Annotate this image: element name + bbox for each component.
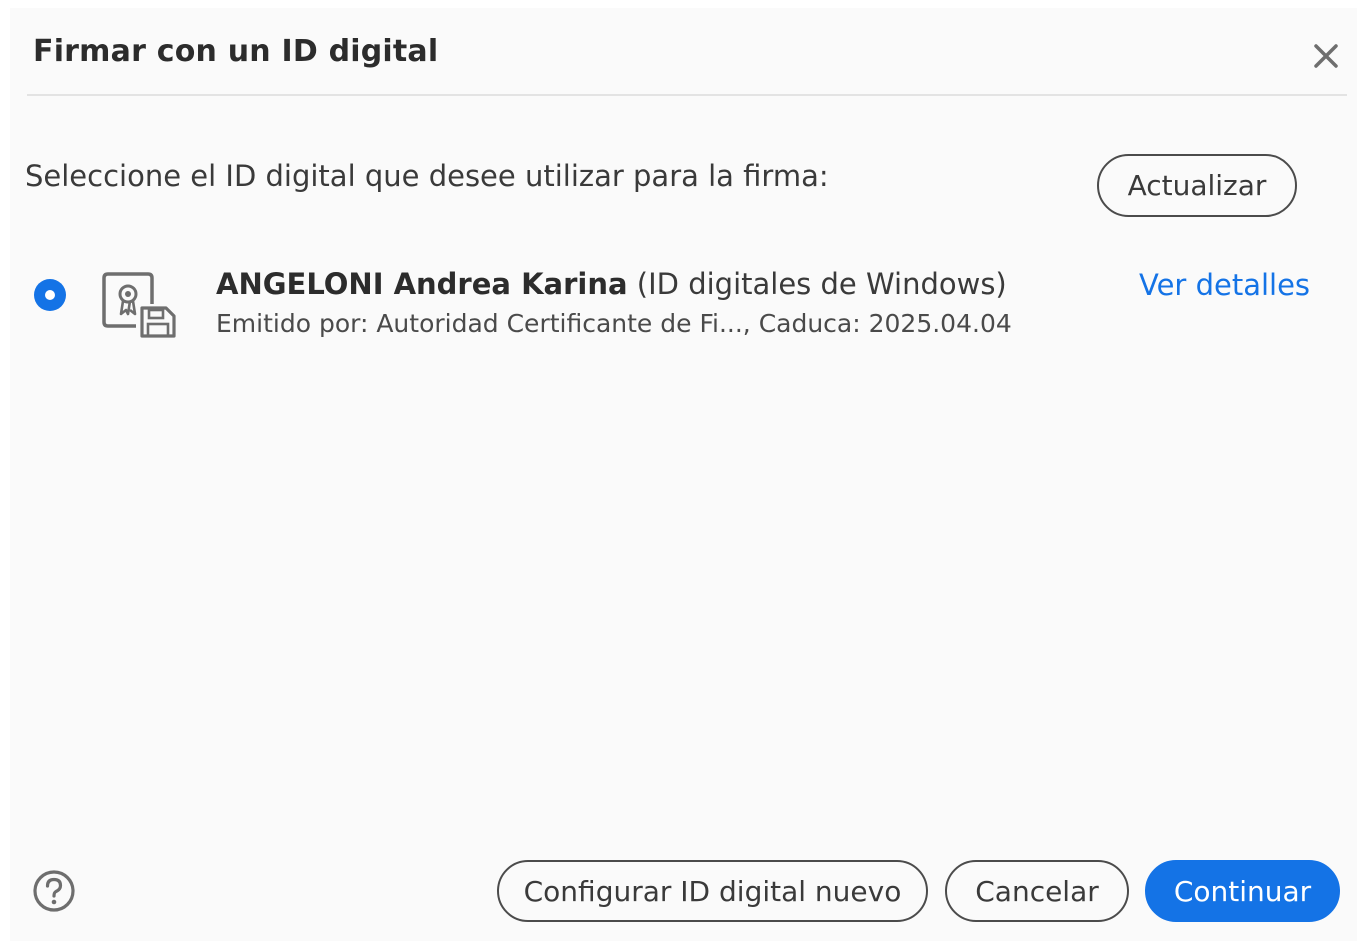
dialog-title: Firmar con un ID digital (33, 34, 439, 69)
refresh-button[interactable]: Actualizar (1097, 154, 1297, 217)
cancel-button[interactable]: Cancelar (945, 860, 1129, 922)
configure-new-id-button[interactable]: Configurar ID digital nuevo (497, 860, 928, 922)
close-icon[interactable] (1306, 36, 1346, 76)
digital-id-title: ANGELONI Andrea Karina (ID digitales de … (216, 267, 1007, 301)
digital-id-radio[interactable] (34, 279, 66, 311)
sign-digital-id-dialog: Firmar con un ID digital Seleccione el I… (10, 8, 1357, 941)
digital-id-issuer-expiry: Emitido por: Autoridad Certificante de F… (216, 309, 1012, 338)
continue-button[interactable]: Continuar (1145, 860, 1340, 922)
certificate-icon (102, 270, 178, 338)
header-divider (27, 94, 1347, 96)
digital-id-name: ANGELONI Andrea Karina (216, 267, 628, 301)
help-icon[interactable] (32, 869, 76, 913)
view-details-link[interactable]: Ver detalles (1139, 268, 1310, 302)
digital-id-type: (ID digitales de Windows) (636, 267, 1007, 301)
select-id-prompt: Seleccione el ID digital que desee utili… (25, 159, 829, 193)
